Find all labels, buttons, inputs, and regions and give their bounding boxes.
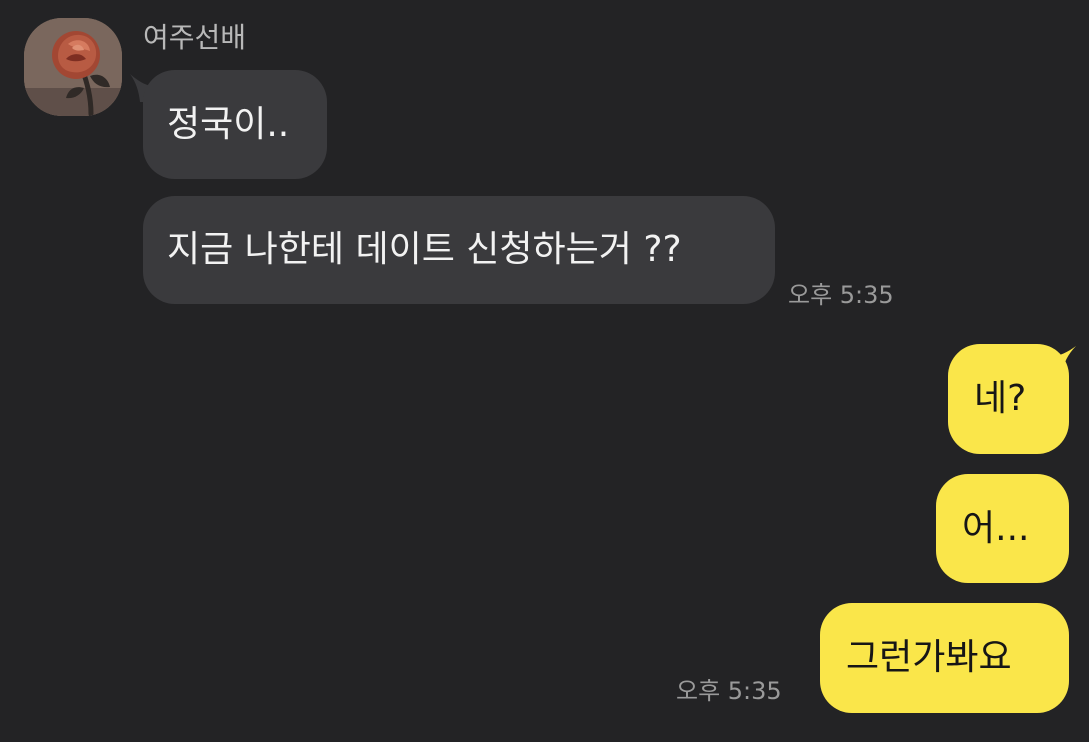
message-text: 지금 나한테 데이트 신청하는거 ??: [167, 229, 682, 270]
avatar[interactable]: [24, 18, 122, 116]
message-time: 오후 5:35: [676, 677, 782, 705]
message-text: 정국이..: [167, 103, 290, 145]
incoming-message-bubble[interactable]: 지금 나한테 데이트 신청하는거 ??: [143, 196, 775, 304]
chat-thread: 여주선배 정국이.. 지금 나한테 데이트 신청하는거 ?? 오후 5:35 네…: [0, 0, 1089, 742]
outgoing-message-bubble[interactable]: 그런가봐요: [820, 603, 1069, 713]
message-text: 그런가봐요: [846, 637, 1012, 678]
message-text: 어...: [962, 507, 1030, 549]
outgoing-message-bubble[interactable]: 네?: [948, 344, 1069, 454]
message-time: 오후 5:35: [788, 281, 894, 309]
message-text: 네?: [974, 378, 1027, 419]
incoming-message-bubble[interactable]: 정국이..: [143, 70, 327, 179]
sender-name: 여주선배: [143, 21, 247, 54]
outgoing-message-bubble[interactable]: 어...: [936, 474, 1069, 583]
